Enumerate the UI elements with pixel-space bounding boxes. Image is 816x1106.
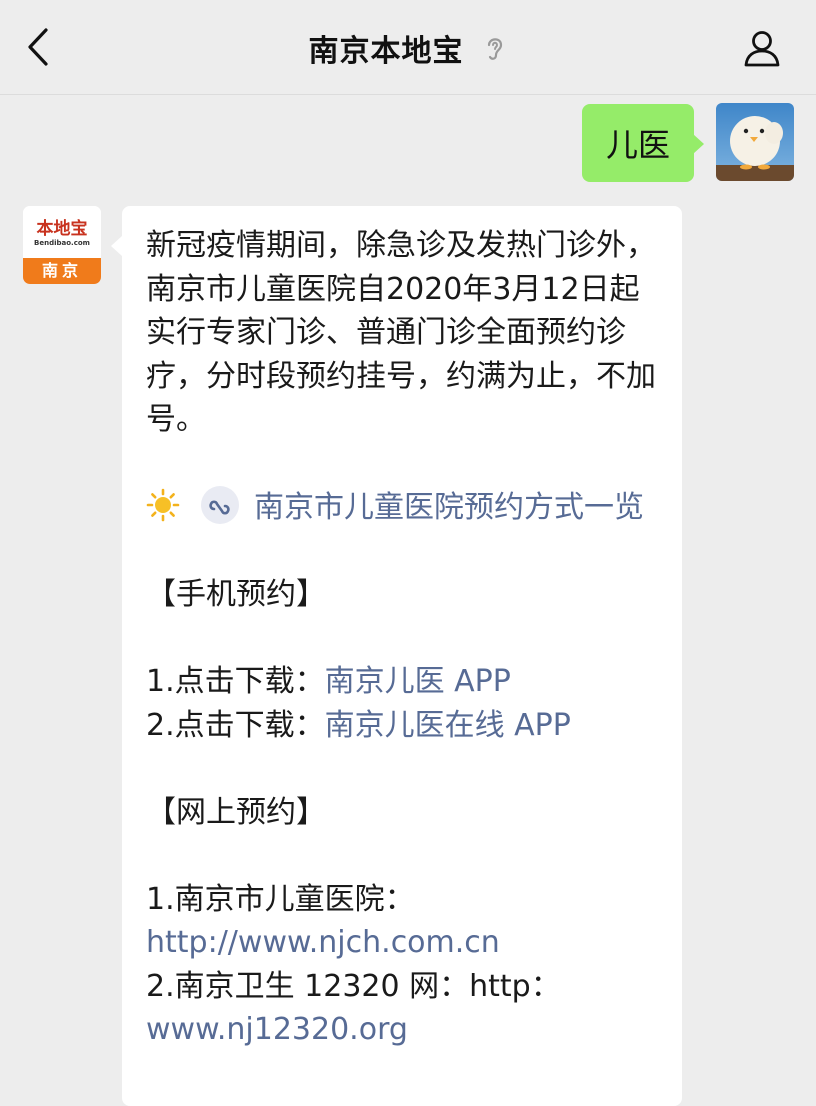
website-link[interactable]: www.nj12320.org bbox=[146, 1012, 408, 1047]
sun-icon bbox=[146, 488, 180, 522]
chat-title: 南京本地宝 bbox=[308, 33, 464, 69]
mobile-item: 1.点击下载：南京儿医 APP bbox=[146, 660, 668, 704]
mobile-section-heading: 【手机预约】 bbox=[146, 577, 326, 612]
outgoing-message-bubble[interactable]: 儿医 bbox=[582, 104, 704, 182]
mini-program-row: 南京市儿童医院预约方式一览 bbox=[146, 485, 668, 530]
online-item: 2.南京卫生 12320 网：http： www.nj12320.org bbox=[146, 965, 668, 1052]
online-item-prefix: 2.南京卫生 12320 网：http： bbox=[146, 968, 561, 1004]
incoming-message-bubble: 新冠疫情期间，除急诊及发热门诊外，南京市儿童医院自2020年3月12日起实行专家… bbox=[111, 206, 682, 1106]
header-divider bbox=[0, 94, 816, 95]
app-download-link[interactable]: 南京儿医 APP bbox=[325, 664, 511, 699]
user-avatar[interactable] bbox=[716, 103, 794, 181]
mobile-item-prefix: 1.点击下载： bbox=[146, 664, 325, 699]
mobile-item: 2.点击下载：南京儿医在线 APP bbox=[146, 704, 668, 748]
intro-paragraph: 新冠疫情期间，除急诊及发热门诊外，南京市儿童医院自2020年3月12日起实行专家… bbox=[146, 228, 656, 437]
official-account-avatar[interactable]: 本地宝 Bendibao.com 南京 bbox=[23, 206, 101, 284]
profile-button[interactable] bbox=[742, 28, 782, 68]
outgoing-message-text: 儿医 bbox=[605, 126, 670, 164]
online-item: 1.南京市儿童医院： http://www.njch.com.cn bbox=[146, 878, 668, 965]
app-download-link[interactable]: 南京儿医在线 APP bbox=[325, 708, 571, 743]
brand-url: Bendibao.com bbox=[34, 239, 90, 247]
white-bird-avatar bbox=[716, 103, 794, 181]
website-link[interactable]: http://www.njch.com.cn bbox=[146, 925, 500, 960]
message-content: 新冠疫情期间，除急诊及发热门诊外，南京市儿童医院自2020年3月12日起实行专家… bbox=[146, 224, 668, 1052]
mobile-item-prefix: 2.点击下载： bbox=[146, 707, 325, 743]
brand-name: 本地宝 bbox=[36, 219, 88, 239]
online-item-prefix: 1.南京市儿童医院： bbox=[146, 881, 415, 917]
online-section-heading: 【网上预约】 bbox=[146, 794, 326, 830]
mini-program-link[interactable]: 南京市儿童医院预约方式一览 bbox=[254, 490, 644, 525]
brand-city: 南京 bbox=[23, 258, 101, 284]
mini-program-icon bbox=[201, 486, 239, 524]
person-icon bbox=[744, 31, 780, 67]
title-area: 南京本地宝 bbox=[0, 0, 816, 95]
chat-header: 南京本地宝 bbox=[0, 0, 816, 95]
ear-icon bbox=[487, 37, 502, 60]
